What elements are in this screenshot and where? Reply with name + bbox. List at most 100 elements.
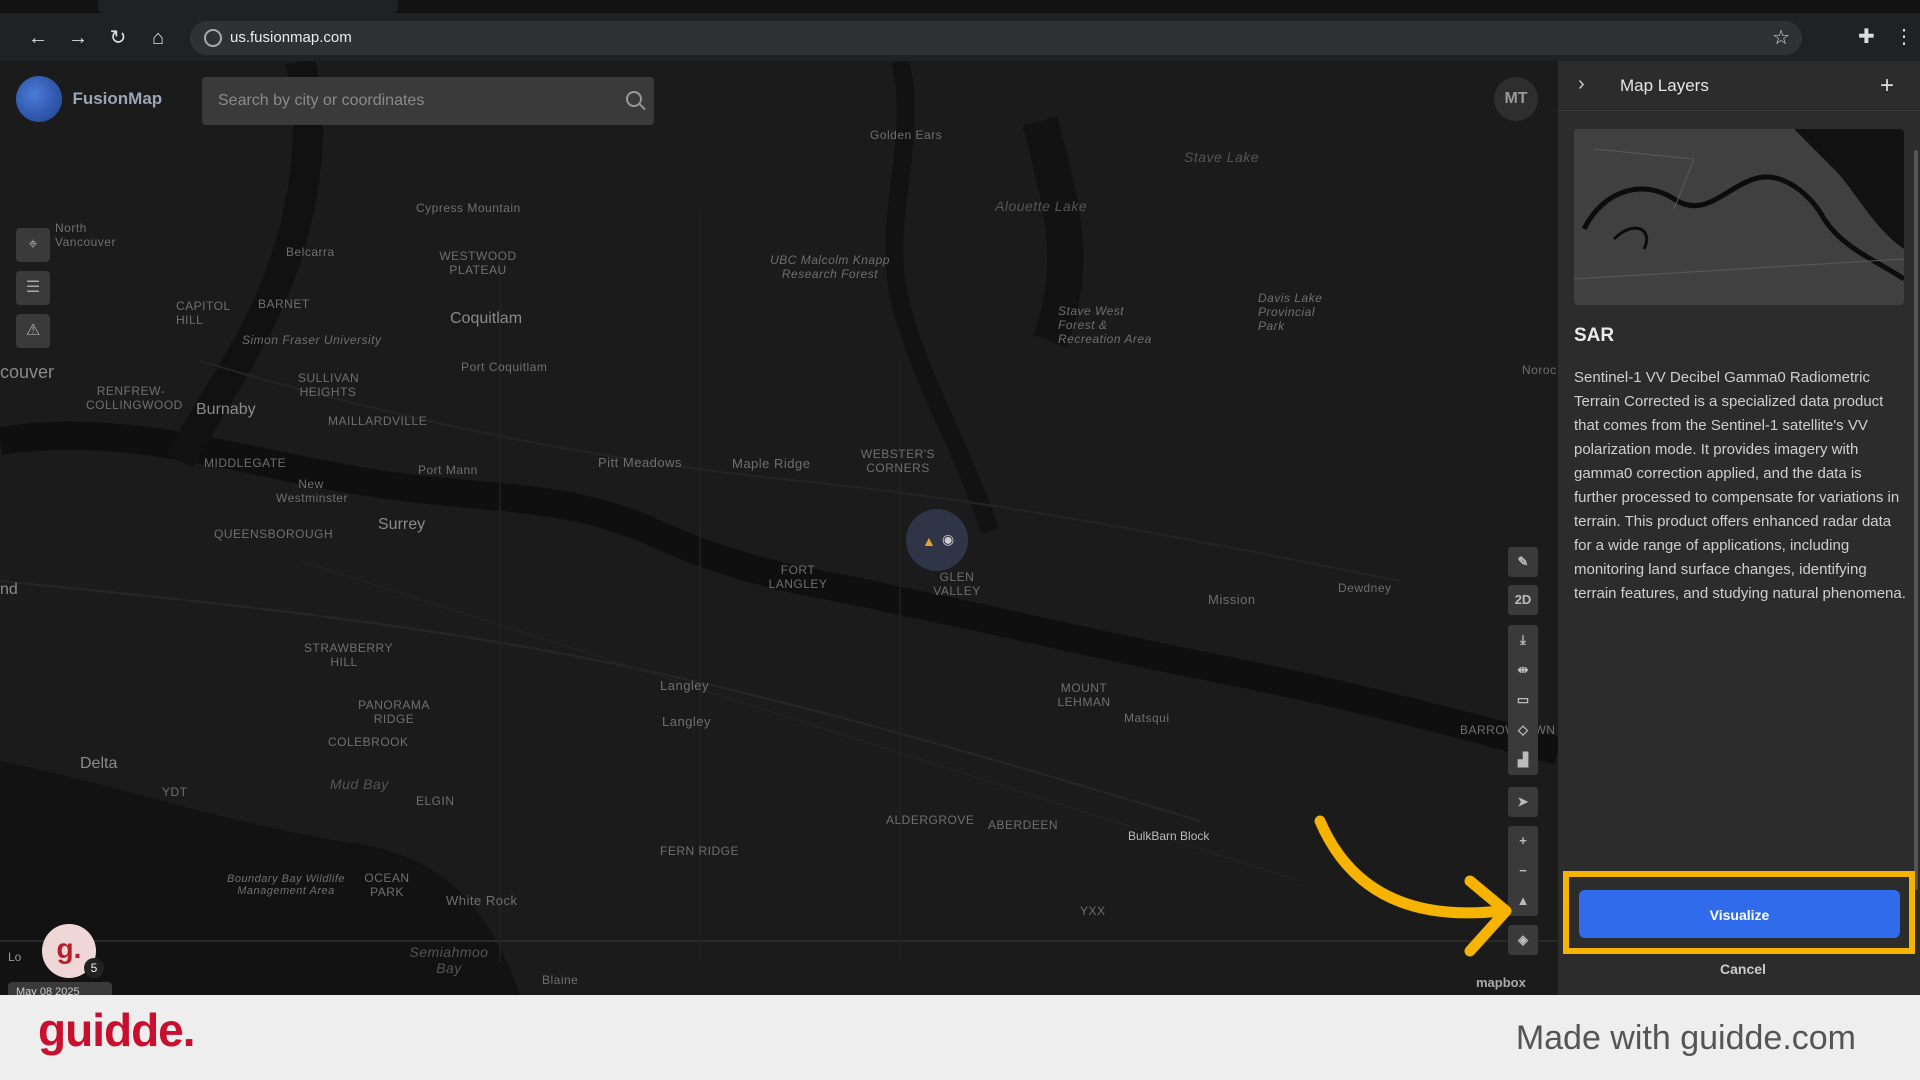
chart-icon[interactable]: ▟	[1508, 745, 1538, 775]
place-label: Pitt Meadows	[598, 455, 683, 470]
extensions-icon[interactable]: ✚	[1858, 24, 1875, 49]
app-logo[interactable]: FusionMap	[16, 76, 162, 122]
address-bar[interactable]: us.fusionmap.com ☆	[190, 21, 1802, 55]
date-chip[interactable]: May 08 2025	[8, 982, 112, 995]
bookmark-star-icon[interactable]: ☆	[1772, 25, 1790, 50]
place-label: WESTWOOD PLATEAU	[439, 249, 517, 277]
place-label: Belcarra	[286, 245, 335, 259]
place-label: FORT LANGLEY	[768, 563, 828, 591]
back-icon[interactable]: ←	[24, 24, 52, 52]
place-label: Port Mann	[418, 463, 478, 477]
place-label: Simon Fraser University	[242, 333, 382, 347]
place-label: BARNET	[258, 297, 310, 311]
place-label: Langley	[660, 678, 710, 693]
place-label: nd	[0, 581, 18, 598]
place-label: UBC Malcolm Knapp Research Forest	[770, 253, 890, 281]
polygon-icon[interactable]: ◇	[1508, 715, 1538, 745]
edit-map-icon[interactable]: ✎	[1508, 547, 1538, 577]
location-pin-icon[interactable]: ◉	[942, 531, 954, 548]
place-label: Dewdney	[1338, 581, 1392, 595]
place-label: Cypress Mountain	[416, 201, 521, 215]
place-label: Golden Ears	[870, 128, 943, 142]
browser-toolbar: ← → ↻ ⌂ us.fusionmap.com ☆ ✚ ⋮	[0, 0, 1920, 61]
place-label: YDT	[162, 785, 188, 799]
notes-icon[interactable]: ☰	[16, 271, 50, 305]
place-label: Mud Bay	[330, 776, 389, 792]
cancel-button[interactable]: Cancel	[1720, 961, 1766, 977]
reload-icon[interactable]: ↻	[104, 24, 132, 52]
download-icon[interactable]: ⤓	[1508, 625, 1538, 655]
place-label: YXX	[1080, 904, 1106, 918]
place-label: COLEBROOK	[328, 735, 409, 749]
guidde-logo: guidde.	[38, 1004, 196, 1056]
alert-icon[interactable]: ⚠	[16, 314, 50, 348]
place-label: MIDDLEGATE	[204, 456, 287, 470]
place-label: ABERDEEN	[988, 818, 1059, 832]
home-icon[interactable]: ⌂	[144, 24, 172, 52]
sar-preview-image	[1574, 129, 1904, 305]
layer-thumbnail	[1574, 129, 1904, 305]
tool-group-measure: ⤓ ⇹ ▭ ◇ ▟	[1508, 625, 1538, 775]
place-label: Boundary Bay Wildlife Management Area	[226, 873, 345, 897]
tool-group-edit: ✎	[1508, 547, 1538, 577]
camera-scan-icon[interactable]: ⌖	[16, 228, 50, 262]
place-label: Noroc	[1522, 363, 1557, 377]
layer-description: Sentinel-1 VV Decibel Gamma0 Radiometric…	[1574, 369, 1906, 602]
guidde-footer: guidde. Made with guidde.com	[0, 995, 1920, 1080]
map-canvas[interactable]: Golden Ears Stave Lake Alouette Lake Cyp…	[0, 61, 1558, 995]
place-label: Blaine	[542, 973, 579, 987]
warning-marker-icon[interactable]: ▲	[922, 533, 936, 549]
map-marker-cluster[interactable]: ▲ ◉	[906, 509, 968, 571]
made-with-text: Made with guidde.com	[1515, 1019, 1856, 1057]
place-label: Langley	[662, 714, 712, 729]
site-info-icon[interactable]	[204, 29, 222, 47]
search-input[interactable]	[202, 77, 654, 125]
panel-title: Map Layers	[1620, 76, 1709, 95]
forward-icon[interactable]: →	[64, 24, 92, 52]
place-label: WEBSTER'S CORNERS	[860, 447, 936, 475]
place-label: MAILLARDVILLE	[328, 414, 428, 428]
place-label: GLEN VALLEY	[933, 570, 981, 598]
place-label: PANORAMA RIDGE	[358, 698, 430, 726]
url-text[interactable]: us.fusionmap.com	[230, 29, 352, 46]
layer-name: SAR	[1574, 325, 1615, 346]
place-label: White Rock	[446, 893, 518, 908]
active-tab[interactable]	[98, 0, 398, 13]
search-icon[interactable]	[626, 91, 642, 107]
visualize-button[interactable]: Visualize	[1579, 890, 1900, 938]
search-box[interactable]	[202, 77, 654, 125]
place-label: Stave West Forest & Recreation Area	[1058, 304, 1152, 346]
panel-scrollbar[interactable]	[1914, 150, 1918, 890]
collapse-panel-chevron-icon[interactable]: ›	[1578, 73, 1585, 96]
place-label: MOUNT LEHMAN	[1057, 681, 1111, 709]
place-label: ELGIN	[416, 794, 455, 808]
place-label: Matsqui	[1124, 711, 1170, 725]
place-label: STRAWBERRY HILL	[304, 641, 394, 669]
user-avatar[interactable]: MT	[1494, 77, 1538, 121]
place-label: couver	[0, 362, 55, 382]
place-label: FERN RIDGE	[660, 844, 740, 858]
place-label: Delta	[80, 755, 118, 772]
ruler-icon[interactable]: ▭	[1508, 685, 1538, 715]
tab-strip	[0, 0, 1920, 13]
split-icon[interactable]: ⇹	[1508, 655, 1538, 685]
place-label: New Westminster	[276, 477, 348, 505]
place-label: CAPITOL HILL	[176, 299, 231, 327]
place-label: Mission	[1208, 592, 1256, 607]
mode-2d-button[interactable]: 2D	[1508, 585, 1538, 615]
place-label: SULLIVAN HEIGHTS	[298, 371, 360, 399]
place-label: QUEENSBOROUGH	[214, 527, 334, 541]
business-label: BulkBarn Block	[1128, 829, 1210, 843]
place-label: ALDERGROVE	[886, 813, 975, 827]
broken-logo-image: Lo	[8, 950, 22, 964]
add-layer-button[interactable]: +	[1870, 69, 1904, 103]
place-label: Port Coquitlam	[461, 360, 548, 374]
place-label: North Vancouver	[55, 221, 116, 249]
mapbox-attribution[interactable]: mapbox	[1476, 975, 1526, 990]
place-label: Stave Lake	[1184, 149, 1260, 165]
browser-menu-icon[interactable]: ⋮	[1894, 24, 1914, 49]
tutorial-arrow-icon	[1314, 815, 1512, 957]
place-label: Surrey	[378, 516, 426, 533]
map-layers-panel: › Map Layers + SAR Sentinel-1 VV Decibel…	[1558, 61, 1920, 995]
notification-count-badge: 5	[84, 958, 104, 978]
